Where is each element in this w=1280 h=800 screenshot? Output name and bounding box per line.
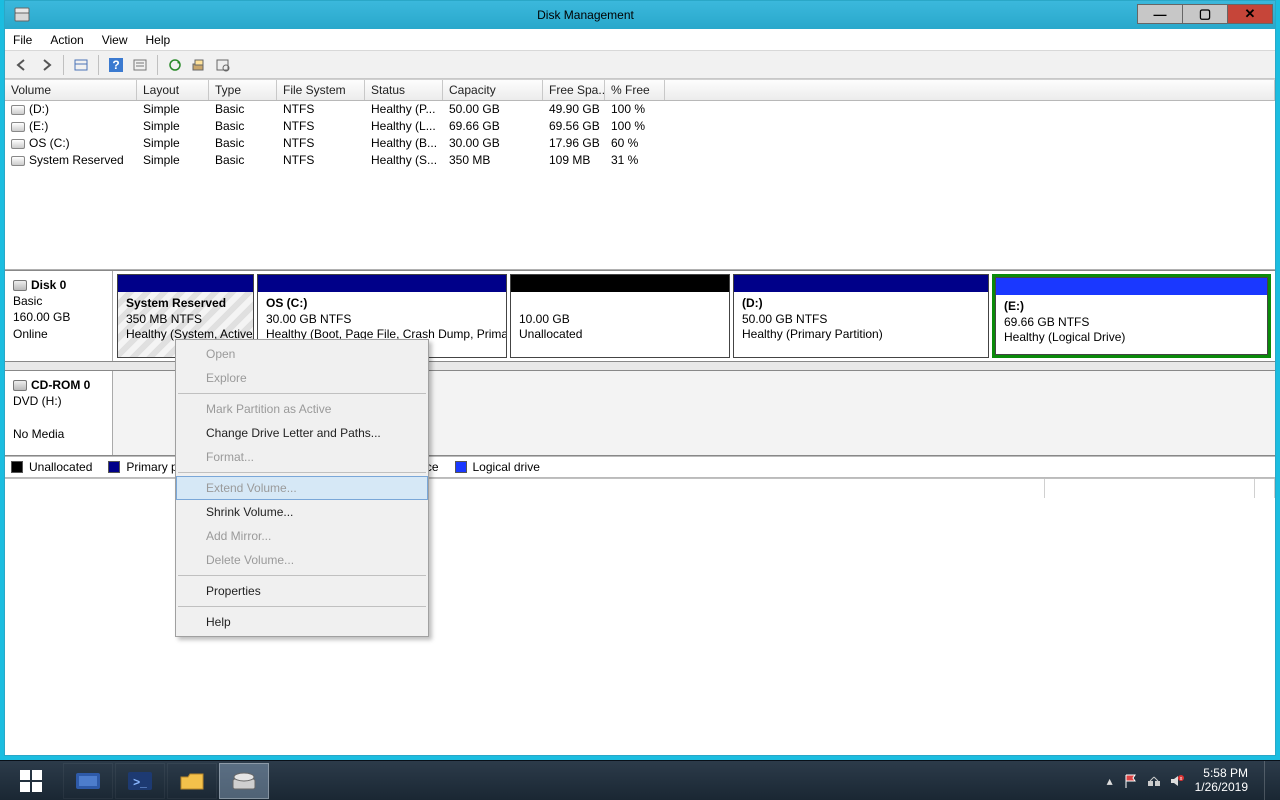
back-icon[interactable] bbox=[11, 54, 33, 76]
volume-list-header: VolumeLayoutTypeFile SystemStatusCapacit… bbox=[5, 79, 1275, 101]
menu-view[interactable]: View bbox=[102, 33, 128, 47]
flag-icon[interactable] bbox=[1123, 773, 1139, 789]
task-explorer[interactable] bbox=[167, 763, 217, 799]
context-menu-item[interactable]: Properties bbox=[176, 579, 428, 603]
disk-icon bbox=[13, 280, 27, 291]
context-menu-item: Mark Partition as Active bbox=[176, 397, 428, 421]
start-button[interactable] bbox=[0, 761, 62, 800]
column-header[interactable]: Volume bbox=[5, 80, 137, 100]
partition-color-bar bbox=[118, 275, 253, 292]
disk-management-window: Disk Management — ▢ ✕ File Action View H… bbox=[4, 0, 1276, 756]
drive-icon bbox=[11, 139, 25, 149]
column-header[interactable]: Layout bbox=[137, 80, 209, 100]
context-menu-item: Explore bbox=[176, 366, 428, 390]
table-row[interactable]: OS (C:)SimpleBasicNTFSHealthy (B...30.00… bbox=[5, 135, 1275, 152]
help-icon[interactable]: ? bbox=[105, 54, 127, 76]
cdrom-icon bbox=[13, 380, 27, 391]
app-icon bbox=[11, 4, 33, 26]
context-menu-item: Add Mirror... bbox=[176, 524, 428, 548]
partition-unallocated[interactable]: 10.00 GBUnallocated bbox=[510, 274, 730, 358]
disk0-label[interactable]: Disk 0 Basic 160.00 GB Online bbox=[5, 271, 113, 361]
minimize-button[interactable]: — bbox=[1137, 4, 1183, 24]
svg-text:?: ? bbox=[112, 58, 119, 72]
drive-icon bbox=[11, 105, 25, 115]
show-desktop-button[interactable] bbox=[1264, 761, 1274, 800]
titlebar[interactable]: Disk Management — ▢ ✕ bbox=[5, 1, 1275, 29]
column-header[interactable]: Status bbox=[365, 80, 443, 100]
context-menu-item: Open bbox=[176, 342, 428, 366]
window-title: Disk Management bbox=[33, 8, 1138, 22]
partition-e[interactable]: (E:)69.66 GB NTFSHealthy (Logical Drive) bbox=[992, 274, 1271, 358]
refresh-icon[interactable] bbox=[164, 54, 186, 76]
column-header[interactable]: % Free bbox=[605, 80, 665, 100]
column-header[interactable]: File System bbox=[277, 80, 365, 100]
task-server-manager[interactable] bbox=[63, 763, 113, 799]
network-icon[interactable] bbox=[1146, 773, 1162, 789]
context-menu-item[interactable]: Help bbox=[176, 610, 428, 634]
rescan-icon[interactable] bbox=[188, 54, 210, 76]
context-menu-item: Format... bbox=[176, 445, 428, 469]
tray-expand-icon[interactable]: ▴ bbox=[1107, 774, 1113, 788]
task-disk-management[interactable] bbox=[219, 763, 269, 799]
svg-text:>_: >_ bbox=[133, 775, 147, 789]
menu-action[interactable]: Action bbox=[50, 33, 83, 47]
column-header[interactable]: Type bbox=[209, 80, 277, 100]
context-menu-item: Delete Volume... bbox=[176, 548, 428, 572]
partition-d[interactable]: (D:)50.00 GB NTFSHealthy (Primary Partit… bbox=[733, 274, 989, 358]
table-row[interactable]: System ReservedSimpleBasicNTFSHealthy (S… bbox=[5, 152, 1275, 169]
menu-help[interactable]: Help bbox=[146, 33, 171, 47]
drive-icon bbox=[11, 156, 25, 166]
task-powershell[interactable]: >_ bbox=[115, 763, 165, 799]
context-menu-item[interactable]: Change Drive Letter and Paths... bbox=[176, 421, 428, 445]
maximize-button[interactable]: ▢ bbox=[1182, 4, 1228, 24]
table-row[interactable]: (E:)SimpleBasicNTFSHealthy (L...69.66 GB… bbox=[5, 118, 1275, 135]
context-menu-item: Extend Volume... bbox=[176, 476, 428, 500]
forward-icon[interactable] bbox=[35, 54, 57, 76]
drive-icon bbox=[11, 122, 25, 132]
cdrom-label[interactable]: CD-ROM 0 DVD (H:) No Media bbox=[5, 371, 113, 455]
toolbar: ? bbox=[5, 51, 1275, 79]
table-row[interactable]: (D:)SimpleBasicNTFSHealthy (P...50.00 GB… bbox=[5, 101, 1275, 118]
properties-icon[interactable] bbox=[212, 54, 234, 76]
column-header[interactable]: Capacity bbox=[443, 80, 543, 100]
menu-file[interactable]: File bbox=[13, 33, 32, 47]
show-hide-icon[interactable] bbox=[70, 54, 92, 76]
taskbar: >_ ▴ x 5:58 PM 1/26/2019 bbox=[0, 760, 1280, 800]
context-menu-item[interactable]: Shrink Volume... bbox=[176, 500, 428, 524]
taskbar-clock[interactable]: 5:58 PM 1/26/2019 bbox=[1195, 767, 1248, 795]
system-tray: ▴ x 5:58 PM 1/26/2019 bbox=[1107, 761, 1280, 800]
context-menu: OpenExplore Mark Partition as ActiveChang… bbox=[175, 339, 429, 637]
close-button[interactable]: ✕ bbox=[1227, 4, 1273, 24]
menubar: File Action View Help bbox=[5, 29, 1275, 51]
settings-list-icon[interactable] bbox=[129, 54, 151, 76]
volume-list: VolumeLayoutTypeFile SystemStatusCapacit… bbox=[5, 79, 1275, 270]
window-controls: — ▢ ✕ bbox=[1138, 4, 1273, 26]
volume-icon[interactable]: x bbox=[1169, 773, 1185, 789]
column-header[interactable]: Free Spa... bbox=[543, 80, 605, 100]
